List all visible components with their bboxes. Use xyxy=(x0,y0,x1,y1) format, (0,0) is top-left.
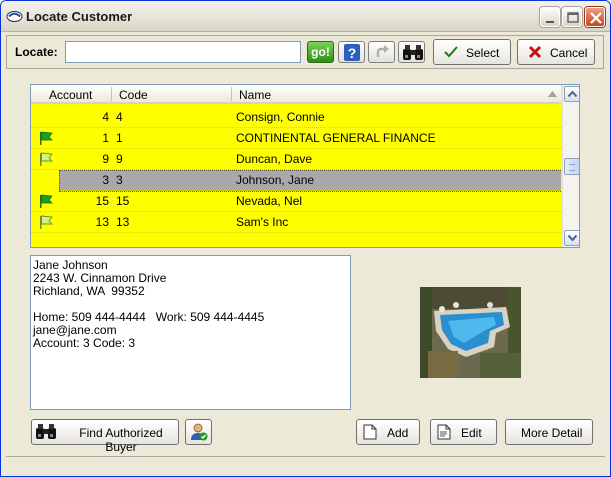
edit-button[interactable]: Edit xyxy=(430,419,497,445)
locate-toolbar: Locate: go! ? Select Cancel xyxy=(6,35,604,69)
document-icon xyxy=(363,424,377,440)
title-bar: Locate Customer xyxy=(1,1,610,32)
status-bar xyxy=(6,456,605,473)
minimize-button[interactable] xyxy=(540,7,560,27)
authorized-buyer-button[interactable] xyxy=(185,419,212,445)
table-row[interactable]: 15 15 Nevada, Nel xyxy=(31,191,561,212)
name-cell: CONTINENTAL GENERAL FINANCE xyxy=(236,131,436,145)
help-icon: ? xyxy=(344,44,360,61)
table-row[interactable]: 9 9 Duncan, Dave xyxy=(31,149,561,170)
scroll-thumb[interactable] xyxy=(564,158,579,175)
binoculars-icon xyxy=(36,424,56,439)
scroll-up-icon xyxy=(568,91,577,97)
flag-icon xyxy=(40,152,53,166)
account-cell: 1 xyxy=(102,131,109,145)
customer-account-code: Account: 3 Code: 3 xyxy=(33,336,136,350)
customer-photo xyxy=(420,287,521,378)
select-button[interactable]: Select xyxy=(433,39,511,65)
scroll-up-button[interactable] xyxy=(564,86,579,102)
checkmark-icon xyxy=(444,46,458,58)
name-cell: Consign, Connie xyxy=(236,110,325,124)
cancel-button[interactable]: Cancel xyxy=(517,39,595,65)
find-authorized-buyer-label: Find Authorized Buyer xyxy=(79,426,163,454)
flag-icon xyxy=(40,194,53,208)
edit-document-icon xyxy=(437,424,451,440)
code-cell: 15 xyxy=(116,194,130,208)
close-icon xyxy=(590,12,602,24)
scroll-down-icon xyxy=(568,235,577,241)
edit-label: Edit xyxy=(461,426,482,440)
column-separator[interactable] xyxy=(111,87,112,101)
buyer-icon xyxy=(191,423,208,441)
grid-scrollbar[interactable] xyxy=(562,85,579,247)
binoculars-button[interactable] xyxy=(398,41,425,63)
window-title: Locate Customer xyxy=(26,9,133,24)
help-button[interactable]: ? xyxy=(338,41,365,63)
scroll-down-button[interactable] xyxy=(564,230,579,246)
table-row[interactable]: 13 13 Sam's Inc xyxy=(31,212,561,233)
locate-customer-window: Locate Customer Locate: go! ? Select Can… xyxy=(0,0,611,477)
pool-photo xyxy=(420,287,521,378)
maximize-button[interactable] xyxy=(562,7,582,27)
window-icon xyxy=(6,11,23,22)
code-cell: 4 xyxy=(116,110,123,124)
customer-detail-panel: Jane Johnson 2243 W. Cinnamon Drive Rich… xyxy=(30,255,351,410)
code-cell: 1 xyxy=(116,131,123,145)
binoculars-icon xyxy=(403,45,423,60)
more-detail-label: More Detail xyxy=(521,426,583,440)
locate-input[interactable] xyxy=(65,41,301,63)
code-cell: 3 xyxy=(116,173,123,187)
column-header-name[interactable]: Name xyxy=(239,88,271,102)
table-row[interactable]: 4 4 Consign, Connie xyxy=(31,107,561,128)
svg-text:?: ? xyxy=(348,45,357,61)
column-header-code[interactable]: Code xyxy=(119,88,148,102)
redo-button[interactable] xyxy=(368,41,395,63)
table-row-selected[interactable]: 3 3 Johnson, Jane xyxy=(31,170,563,192)
flag-icon xyxy=(40,131,53,145)
name-cell: Duncan, Dave xyxy=(236,152,313,166)
code-cell: 13 xyxy=(116,215,130,229)
account-cell: 15 xyxy=(95,194,109,208)
grid-header: Account Code Name xyxy=(31,85,561,104)
go-button[interactable]: go! xyxy=(307,41,334,63)
account-cell: 4 xyxy=(102,110,109,124)
select-label: Select xyxy=(466,46,500,60)
account-cell: 9 xyxy=(102,152,109,166)
name-cell: Sam's Inc xyxy=(236,215,289,229)
account-cell: 13 xyxy=(95,215,109,229)
account-cell: 3 xyxy=(102,173,109,187)
maximize-icon xyxy=(567,12,579,23)
sort-arrow-icon xyxy=(548,91,557,97)
redo-icon xyxy=(376,45,389,57)
code-cell: 9 xyxy=(116,152,123,166)
customer-grid: Account Code Name 4 4 Consign, Connie 1 … xyxy=(30,84,580,248)
column-separator[interactable] xyxy=(231,87,232,101)
minimize-icon xyxy=(546,21,554,23)
name-cell: Johnson, Jane xyxy=(236,173,315,187)
cancel-label: Cancel xyxy=(550,46,588,60)
add-label: Add xyxy=(387,426,409,440)
column-header-account[interactable]: Account xyxy=(49,88,92,102)
x-icon xyxy=(528,45,542,59)
locate-label: Locate: xyxy=(15,45,58,59)
flag-icon xyxy=(40,215,53,229)
name-cell: Nevada, Nel xyxy=(236,194,303,208)
customer-city-state-zip: Richland, WA 99352 xyxy=(33,284,145,298)
more-detail-button[interactable]: More Detail xyxy=(505,419,593,445)
add-button[interactable]: Add xyxy=(356,419,420,445)
table-row[interactable]: 1 1 CONTINENTAL GENERAL FINANCE xyxy=(31,128,561,149)
close-button[interactable] xyxy=(585,7,605,27)
find-authorized-buyer-button[interactable]: Find Authorized Buyer xyxy=(31,419,179,454)
